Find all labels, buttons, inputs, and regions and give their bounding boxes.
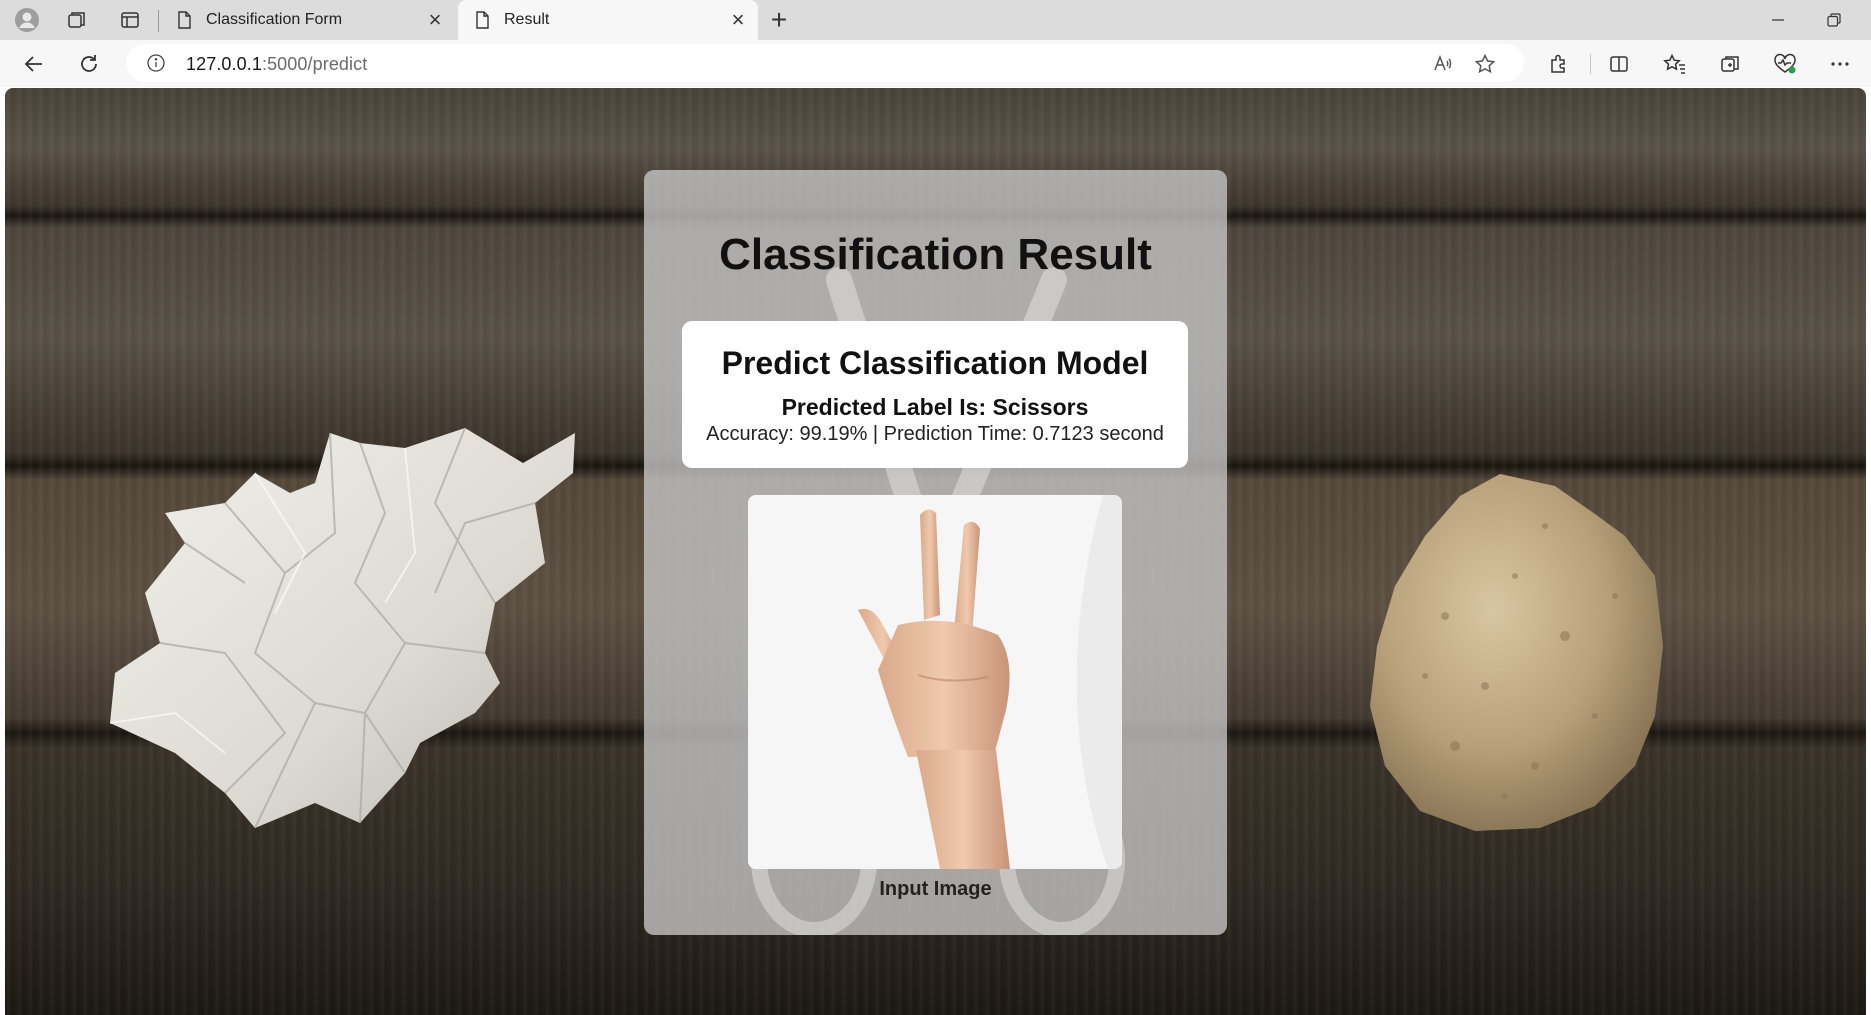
model-title: Predict Classification Model: [721, 345, 1149, 381]
prediction-result-box: Predict Classification Model Predicted L…: [682, 321, 1188, 468]
workspaces-icon[interactable]: [61, 4, 93, 36]
minimize-icon[interactable]: [1752, 0, 1804, 40]
read-aloud-icon[interactable]: [1426, 47, 1460, 81]
prediction-stats: Accuracy: 99.19% | Prediction Time: 0.71…: [706, 423, 1164, 445]
tab-classification-form[interactable]: Classification Form ×: [160, 0, 455, 40]
browser-tab-strip: Classification Form × Result × +: [0, 0, 1871, 40]
vertical-tabs-icon[interactable]: [114, 4, 146, 36]
collections-icon[interactable]: [1712, 46, 1748, 82]
profile-avatar-icon[interactable]: [11, 4, 43, 36]
page-icon: [178, 11, 191, 29]
restore-icon[interactable]: [1808, 0, 1860, 40]
crumpled-paper-image: [109, 427, 575, 829]
url-host: 127.0.0.1: [186, 54, 262, 74]
tab-title: Classification Form: [206, 11, 343, 28]
address-bar[interactable]: 127.0.0.1:5000/predict: [126, 44, 1524, 82]
split-screen-icon[interactable]: [1601, 46, 1637, 82]
result-card: Classification Result Predict Classifica…: [644, 170, 1227, 935]
close-tab-icon[interactable]: ×: [419, 4, 451, 36]
page-title: Classification Result: [719, 230, 1152, 279]
predicted-label: Predicted Label Is: Scissors: [781, 394, 1089, 420]
rock-image: [1370, 474, 1663, 831]
browser-toolbar: 127.0.0.1:5000/predict: [0, 40, 1871, 87]
url-text: 127.0.0.1:5000/predict: [186, 54, 367, 75]
favorite-star-icon[interactable]: [1468, 47, 1502, 81]
close-tab-icon[interactable]: ×: [722, 4, 754, 36]
page-viewport: Classification Result Predict Classifica…: [5, 88, 1866, 1015]
site-info-icon[interactable]: [146, 53, 166, 78]
url-path: :5000/predict: [261, 54, 368, 74]
more-menu-icon[interactable]: [1822, 46, 1858, 82]
new-tab-icon[interactable]: +: [762, 4, 796, 36]
tab-separator: [158, 10, 159, 32]
favorites-icon[interactable]: [1657, 46, 1693, 82]
extensions-icon[interactable]: [1541, 46, 1577, 82]
tab-title: Result: [504, 11, 550, 28]
back-arrow-icon[interactable]: [16, 46, 52, 82]
toolbar-divider: [1590, 54, 1591, 74]
refresh-icon[interactable]: [71, 46, 107, 82]
page-icon: [476, 11, 489, 29]
scissors-hand-image: [748, 495, 1122, 869]
input-image: [748, 495, 1122, 869]
tab-result[interactable]: Result ×: [458, 0, 758, 40]
image-caption: Input Image: [879, 878, 992, 900]
browser-essentials-icon[interactable]: [1767, 46, 1803, 82]
